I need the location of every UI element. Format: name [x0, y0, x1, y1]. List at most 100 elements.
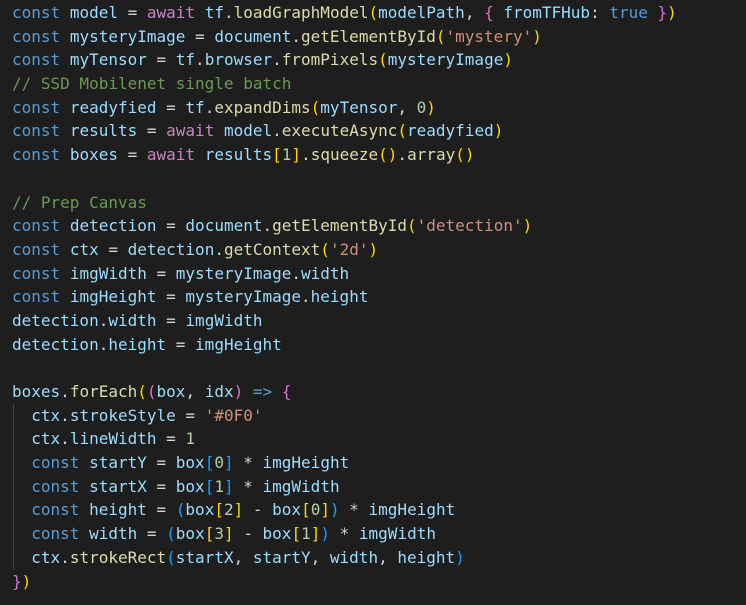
- code-token: squeeze: [310, 145, 379, 165]
- code-token: forEach: [69, 382, 138, 401]
- code-token: =: [98, 239, 128, 259]
- indent-guide: [13, 498, 14, 523]
- code-token: '2d': [329, 239, 369, 259]
- code-token: .: [60, 547, 70, 567]
- code-token: ctx: [69, 239, 99, 259]
- code-line[interactable]: // Prep Canvas: [12, 191, 746, 215]
- code-token: height: [397, 547, 456, 567]
- code-line[interactable]: [12, 356, 746, 380]
- code-line[interactable]: const imgWidth = mysteryImage.width: [12, 262, 746, 286]
- code-token: [: [272, 145, 282, 165]
- code-line[interactable]: ctx.strokeRect(startX, startY, width, he…: [12, 545, 746, 570]
- code-line[interactable]: const height = (box[2] - box[0]) * imgHe…: [12, 498, 746, 523]
- code-token: ,: [233, 547, 253, 567]
- code-token: modelPath: [378, 3, 465, 22]
- code-token: (: [175, 500, 186, 520]
- code-line[interactable]: // SSD Mobilenet single batch: [12, 72, 746, 96]
- code-token: idx: [204, 382, 234, 401]
- code-token: .: [98, 334, 109, 354]
- code-line[interactable]: detection.height = imgHeight: [12, 333, 746, 357]
- code-token: .: [397, 145, 408, 165]
- code-token: (: [310, 97, 321, 117]
- code-line[interactable]: }): [12, 570, 746, 594]
- code-token: getElementById: [272, 216, 407, 236]
- code-token: =: [156, 216, 186, 236]
- code-line[interactable]: const boxes = await results[1].squeeze()…: [12, 143, 746, 167]
- code-token: [: [291, 524, 302, 544]
- code-token: =: [156, 429, 186, 449]
- code-token: model: [223, 121, 273, 141]
- code-token: 1: [281, 145, 292, 165]
- code-token: box: [175, 453, 205, 473]
- code-line[interactable]: const startX = box[1] * imgWidth: [12, 474, 746, 499]
- code-token: detection: [127, 239, 215, 259]
- code-token: =: [156, 97, 186, 117]
- code-token: executeAsync: [281, 121, 398, 141]
- code-token: // Prep Canvas: [12, 192, 147, 212]
- code-token: *: [233, 476, 263, 496]
- code-token: box: [175, 524, 205, 544]
- code-token: mysteryImage: [185, 287, 302, 307]
- code-line[interactable]: const width = (box[3] - box[1]) * imgWid…: [12, 522, 746, 546]
- code-token: ): [320, 524, 330, 544]
- code-token: startX: [175, 547, 234, 567]
- code-token: [: [204, 453, 215, 473]
- code-token: ,: [378, 547, 398, 567]
- code-token: -: [233, 524, 263, 544]
- code-token: height: [89, 500, 147, 520]
- code-token: mysteryImage: [387, 50, 504, 70]
- code-token: (: [320, 239, 330, 259]
- code-token: imgWidth: [358, 524, 436, 544]
- code-token: -: [243, 500, 273, 520]
- indent-guide: [13, 474, 14, 499]
- code-token: const: [31, 524, 80, 544]
- code-token: getElementById: [301, 26, 436, 46]
- code-line[interactable]: const startY = box[0] * imgHeight: [12, 451, 746, 475]
- code-token: ctx: [31, 547, 61, 567]
- code-token: mysteryImage: [69, 26, 186, 46]
- code-line[interactable]: const imgHeight = mysteryImage.height: [12, 285, 746, 309]
- code-line[interactable]: detection.width = imgWidth: [12, 309, 746, 333]
- code-token: lineWidth: [69, 429, 157, 449]
- code-token: ctx: [31, 405, 61, 425]
- code-token: [: [301, 500, 311, 520]
- code-line[interactable]: const myTensor = tf.browser.fromPixels(m…: [12, 48, 746, 72]
- code-token: .: [60, 405, 70, 425]
- code-token: await: [166, 121, 215, 141]
- code-editor[interactable]: const model = await tf.loadGraphModel(mo…: [0, 0, 746, 605]
- code-token: imgWidth: [69, 263, 147, 283]
- code-token: (: [435, 26, 446, 46]
- code-token: ,: [310, 547, 330, 567]
- code-token: ): [522, 216, 533, 236]
- code-token: .: [291, 26, 302, 46]
- code-token: ]: [223, 524, 234, 544]
- code-token: true: [609, 3, 648, 22]
- code-token: width: [301, 263, 350, 283]
- code-token: 'mystery': [445, 26, 533, 46]
- code-token: myTensor: [320, 97, 398, 117]
- code-token: imgHeight: [195, 334, 282, 354]
- code-token: [: [214, 500, 224, 520]
- code-line[interactable]: const results = await model.executeAsync…: [12, 119, 746, 143]
- code-token: ): [21, 571, 32, 591]
- code-token: const: [12, 287, 61, 307]
- code-line[interactable]: const model = await tf.loadGraphModel(mo…: [12, 1, 746, 25]
- code-line[interactable]: const ctx = detection.getContext('2d'): [12, 238, 746, 262]
- code-line[interactable]: const detection = document.getElementByI…: [12, 214, 746, 238]
- code-token: strokeStyle: [69, 405, 176, 425]
- code-token: .: [272, 121, 282, 141]
- code-token: width: [108, 310, 157, 330]
- code-line[interactable]: boxes.forEach((box, idx) => {: [12, 380, 746, 404]
- code-token: ]: [223, 476, 234, 496]
- code-token: .: [291, 263, 302, 283]
- code-token: (: [146, 382, 157, 401]
- code-line[interactable]: [12, 167, 746, 191]
- code-line[interactable]: const mysteryImage = document.getElement…: [12, 25, 746, 49]
- code-line[interactable]: ctx.lineWidth = 1: [12, 427, 746, 452]
- code-token: const: [12, 97, 61, 117]
- code-line[interactable]: ctx.strokeStyle = '#0F0': [12, 403, 746, 428]
- code-line[interactable]: const readyfied = tf.expandDims(myTensor…: [12, 96, 746, 120]
